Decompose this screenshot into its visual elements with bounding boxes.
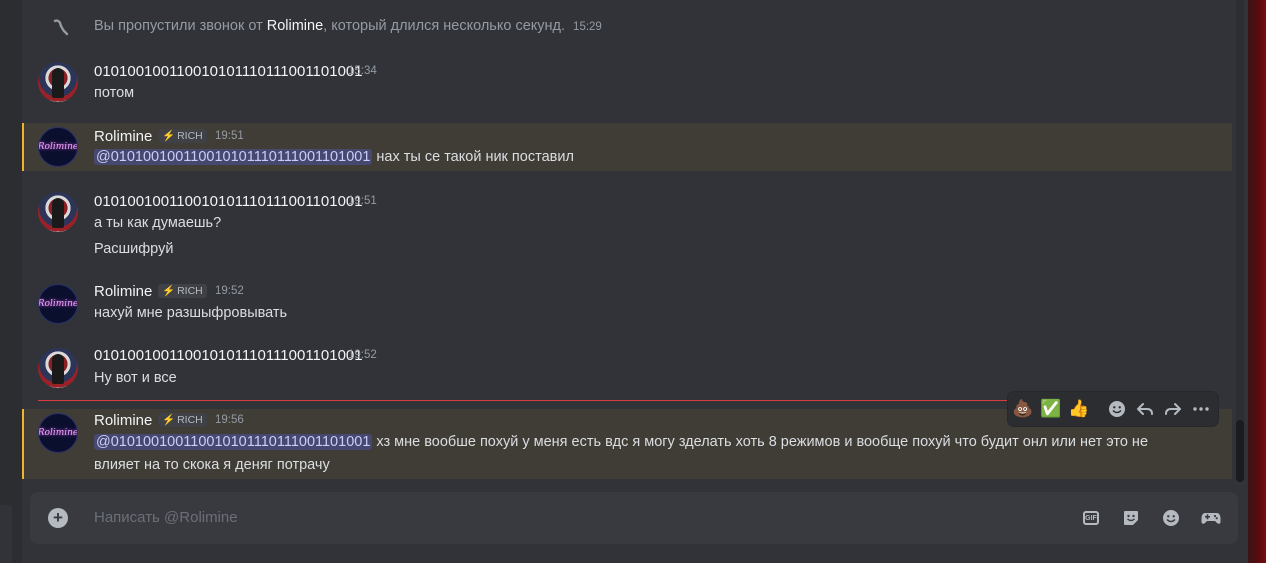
user-mention[interactable]: @010100100110010101110111001101001 <box>94 434 373 450</box>
upload-plus-icon[interactable]: + <box>48 508 68 528</box>
username[interactable]: 010100100110010101110111001101001 <box>94 63 363 80</box>
sticker-icon[interactable] <box>1120 507 1142 529</box>
scrollbar-track[interactable] <box>1236 0 1244 480</box>
username[interactable]: 010100100110010101110111001101001 <box>94 193 363 210</box>
message-input[interactable]: Написать @Rolimine <box>94 492 994 544</box>
message: Rolimine Rolimine ⚡ RICH 19:52 нахуй мне … <box>22 280 1232 328</box>
forward-icon[interactable] <box>1160 396 1186 422</box>
left-panel-edge <box>0 0 22 563</box>
username[interactable]: Rolimine <box>94 283 152 300</box>
message-text: а ты как думаешь? <box>94 215 222 231</box>
timestamp[interactable]: 19:56 <box>215 414 244 426</box>
user-mention[interactable]: @010100100110010101110111001101001 <box>94 149 373 165</box>
missed-call-message: Вы пропустили звонок от Rolimine, которы… <box>22 10 1232 42</box>
user-panel-edge[interactable] <box>0 505 12 563</box>
role-badge[interactable]: ⚡ RICH <box>158 284 207 298</box>
timestamp[interactable]: 15:29 <box>573 21 602 33</box>
message: Rolimine Rolimine ⚡ RICH 19:51 @010100100… <box>22 123 1232 171</box>
phone-missed-icon <box>53 19 69 36</box>
role-badge[interactable]: ⚡ RICH <box>158 129 207 143</box>
username[interactable]: Rolimine <box>94 412 152 429</box>
timestamp[interactable]: 15:34 <box>348 65 377 77</box>
avatar[interactable] <box>38 192 78 232</box>
reaction-thumbsup[interactable]: 👍 <box>1066 396 1092 422</box>
caller-name[interactable]: Rolimine <box>267 18 323 34</box>
avatar[interactable]: Rolimine <box>38 284 78 324</box>
activities-gamepad-icon[interactable] <box>1200 507 1222 529</box>
scrollbar-thumb[interactable] <box>1236 420 1244 482</box>
emoji-icon[interactable] <box>1160 507 1182 529</box>
reaction-poop[interactable]: 💩 <box>1010 396 1036 422</box>
timestamp[interactable]: 19:51 <box>348 195 377 207</box>
avatar[interactable] <box>38 348 78 388</box>
message-actions-toolbar: 💩 ✅ 👍 <box>1008 392 1218 426</box>
timestamp[interactable]: 19:52 <box>215 285 244 297</box>
message-text: @010100100110010101110111001101001 нах т… <box>94 149 574 165</box>
message-text: влияет на то скока я деняг потрачу <box>94 457 330 473</box>
username[interactable]: Rolimine <box>94 128 152 145</box>
message-text: нахуй мне разшыфровывать <box>94 305 288 321</box>
avatar[interactable] <box>38 62 78 102</box>
username[interactable]: 010100100110010101110111001101001 <box>94 347 363 364</box>
missed-call-text: Вы пропустили звонок от Rolimine, которы… <box>94 18 602 34</box>
role-badge[interactable]: ⚡ RICH <box>158 413 207 427</box>
timestamp[interactable]: 19:52 <box>348 349 377 361</box>
message-text: @010100100110010101110111001101001 хз мн… <box>94 434 1149 450</box>
bolt-icon: ⚡ <box>162 414 176 426</box>
gif-icon[interactable]: GIF <box>1080 507 1102 529</box>
message-text: Расшифруй <box>94 241 174 257</box>
reply-icon[interactable] <box>1132 396 1158 422</box>
message-text: потом <box>94 85 135 101</box>
right-panel-edge <box>1248 0 1266 563</box>
message: 010100100110010101110111001101001 15:34 … <box>22 58 1232 110</box>
chat-area: Вы пропустили звонок от Rolimine, которы… <box>22 0 1248 563</box>
bolt-icon: ⚡ <box>162 285 176 297</box>
add-reaction-icon[interactable] <box>1104 396 1130 422</box>
reaction-check[interactable]: ✅ <box>1038 396 1064 422</box>
more-icon[interactable] <box>1188 396 1214 422</box>
avatar[interactable]: Rolimine <box>38 127 78 167</box>
bolt-icon: ⚡ <box>162 130 176 142</box>
message-text: Ну вот и все <box>94 370 177 386</box>
message: 010100100110010101110111001101001 19:51 … <box>22 188 1232 264</box>
timestamp[interactable]: 19:51 <box>215 130 244 142</box>
avatar[interactable]: Rolimine <box>38 413 78 453</box>
message-composer: + Написать @Rolimine GIF <box>30 492 1238 544</box>
message: 010100100110010101110111001101001 19:52 … <box>22 344 1232 394</box>
